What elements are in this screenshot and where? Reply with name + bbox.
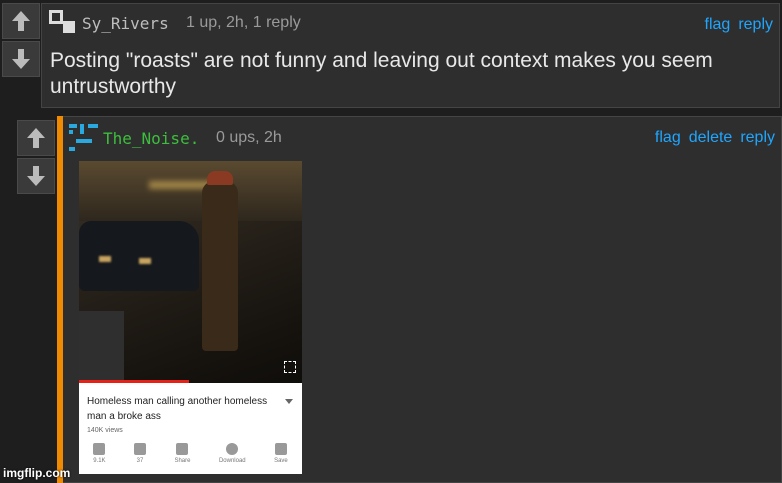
arrow-up-icon [12,11,30,31]
like-action: 9.1K [93,443,106,464]
video-progress-bar [79,380,189,383]
delete-link[interactable]: delete [689,129,733,147]
save-action: Save [274,443,288,464]
comment: Sy_Rivers 1 up, 2h, 1 reply flag reply P… [41,3,780,108]
comment-actions: flag reply [705,16,773,34]
thumbs-up-icon [93,443,106,455]
vote-column [17,120,55,194]
watermark: imgflip.com [3,466,71,480]
avatar [69,124,98,151]
video-title: Homeless man calling another homeless ma… [87,396,268,422]
comment-actions: flag delete reply [655,129,775,147]
chevron-down-icon [285,399,293,404]
thumbs-down-icon [134,443,147,455]
playlist-add-icon [274,443,287,455]
comment-image[interactable]: Homeless man calling another homeless ma… [79,161,302,474]
arrow-down-icon [12,49,30,69]
upvote-button[interactable] [2,3,40,39]
dislike-action: 37 [134,443,147,464]
reply-link[interactable]: reply [740,129,775,147]
comment-text: Posting "roasts" are not funny and leavi… [50,49,713,98]
comment-meta: 0 ups, 2h [216,129,282,146]
download-action: Download [219,443,246,464]
thread-page: { "comments": [ { "username": "Sy_Rivers… [0,0,782,483]
arrow-down-icon [27,166,45,186]
upvote-button[interactable] [17,120,55,156]
arrow-up-icon [27,128,45,148]
download-icon [226,443,239,455]
username[interactable]: The_Noise. [103,129,199,148]
flag-link[interactable]: flag [705,16,731,34]
share-icon [176,443,189,455]
comment-meta: 1 up, 2h, 1 reply [186,14,301,31]
downvote-button[interactable] [17,158,55,194]
avatar [49,10,75,33]
username[interactable]: Sy_Rivers [82,14,169,33]
fullscreen-icon [284,361,296,373]
flag-link[interactable]: flag [655,129,681,147]
reply-link[interactable]: reply [738,16,773,34]
share-action: Share [174,443,190,464]
vote-column [2,3,40,77]
video-views: 140K views [87,427,123,434]
comment-reply: The_Noise. 0 ups, 2h flag delete reply H… [63,116,782,483]
downvote-button[interactable] [2,41,40,77]
video-frame [79,161,302,383]
video-actions: 9.1K 37 Share Download Save [79,443,302,464]
